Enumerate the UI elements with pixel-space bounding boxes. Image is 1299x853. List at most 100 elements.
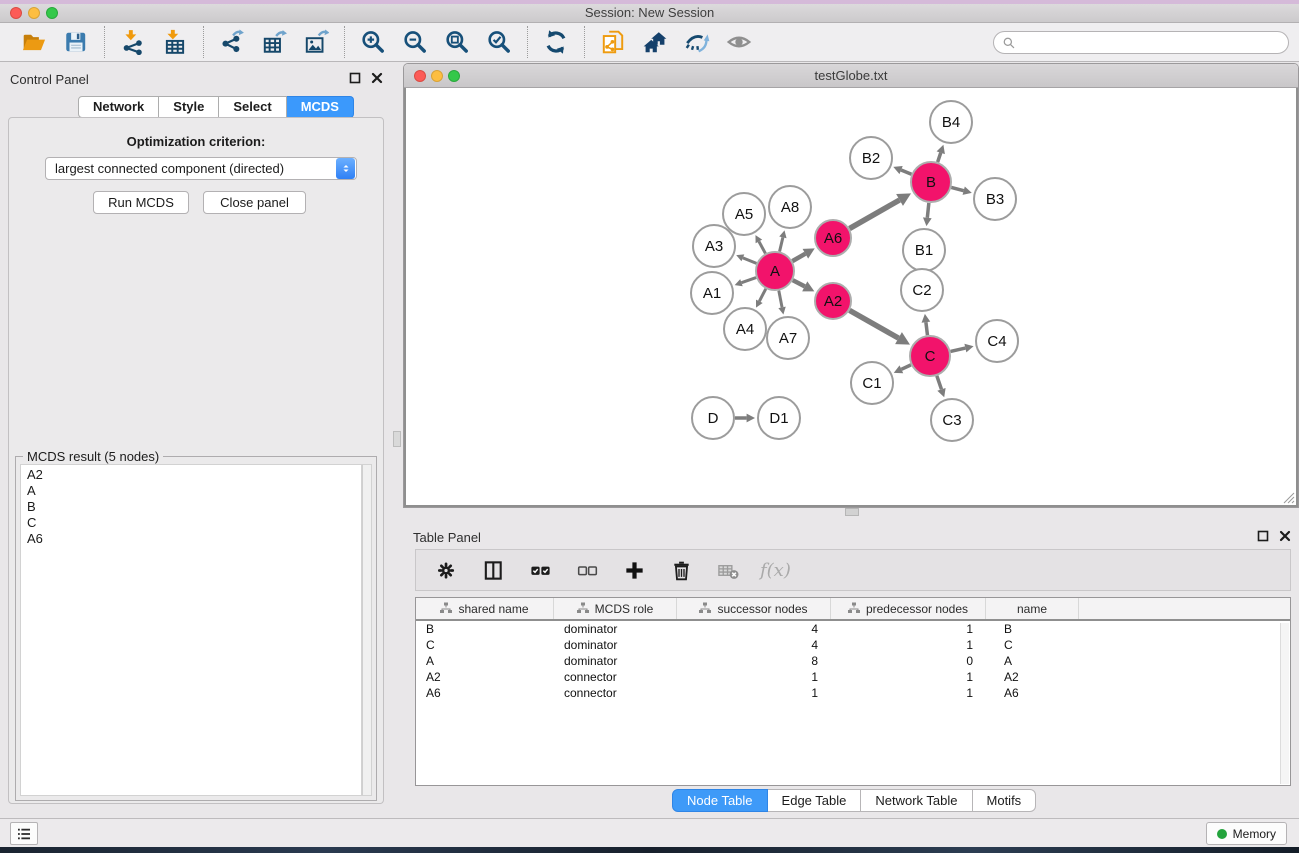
show-all-icon[interactable] — [724, 27, 754, 57]
select-all-icon[interactable] — [525, 555, 555, 585]
tab-network-table[interactable]: Network Table — [861, 789, 972, 812]
memory-button[interactable]: Memory — [1206, 822, 1287, 845]
float-table-panel-icon[interactable] — [1257, 530, 1269, 542]
horizontal-split-handle[interactable] — [845, 508, 859, 516]
delete-icon[interactable] — [666, 555, 696, 585]
graph-edge-A-A1[interactable] — [741, 278, 756, 283]
table-cell[interactable]: 8 — [677, 653, 831, 669]
open-session-icon[interactable] — [19, 27, 49, 57]
table-cell[interactable]: A2 — [416, 669, 554, 685]
resize-grip-icon[interactable] — [1282, 491, 1295, 504]
table-scrollbar[interactable] — [1280, 623, 1289, 784]
table-cell[interactable]: 1 — [677, 669, 831, 685]
network-window-titlebar[interactable]: testGlobe.txt — [404, 64, 1298, 88]
table-row[interactable]: Adominator80A — [416, 653, 1290, 669]
table-cell[interactable]: A6 — [986, 685, 1079, 701]
zoom-in-icon[interactable] — [358, 27, 388, 57]
table-cell[interactable]: B — [416, 621, 554, 637]
network-from-selection-icon[interactable] — [598, 27, 628, 57]
zoom-out-icon[interactable] — [400, 27, 430, 57]
table-row[interactable]: A6connector11A6 — [416, 685, 1290, 701]
tab-motifs[interactable]: Motifs — [973, 789, 1037, 812]
graph-edge-A-A5[interactable] — [759, 241, 766, 253]
graph-edge-A6-B[interactable] — [849, 200, 899, 229]
tab-style[interactable]: Style — [159, 96, 219, 118]
zoom-selected-icon[interactable] — [484, 27, 514, 57]
table-cell[interactable]: A6 — [416, 685, 554, 701]
graph-edge-A-A3[interactable] — [743, 258, 757, 264]
split-columns-icon[interactable] — [478, 555, 508, 585]
network-canvas[interactable]: B4B2BB3B1A5A8A6A3AA1A2C2A4A7C4CC1C3DD1 — [404, 88, 1298, 507]
table-cell[interactable]: C — [986, 637, 1079, 653]
network-graph[interactable]: B4B2BB3B1A5A8A6A3AA1A2C2A4A7C4CC1C3DD1 — [406, 88, 1296, 505]
home-icon[interactable] — [640, 27, 670, 57]
zoom-fit-icon[interactable] — [442, 27, 472, 57]
column-header-name[interactable]: name — [986, 598, 1079, 619]
task-history-button[interactable] — [10, 822, 38, 845]
graph-edge-C-C2[interactable] — [926, 322, 928, 335]
search-input[interactable] — [1021, 34, 1280, 51]
close-panel-button[interactable]: Close panel — [203, 191, 306, 214]
graph-edge-A2-C[interactable] — [850, 310, 899, 338]
column-header-predecessor-nodes[interactable]: predecessor nodes — [831, 598, 986, 619]
table-cell[interactable]: dominator — [554, 637, 677, 653]
settings-icon[interactable] — [431, 555, 461, 585]
table-cell[interactable]: dominator — [554, 621, 677, 637]
add-column-icon[interactable] — [619, 555, 649, 585]
mcds-result-item[interactable]: A6 — [21, 531, 361, 547]
float-panel-icon[interactable] — [349, 72, 361, 84]
column-header-MCDS-role[interactable]: MCDS role — [554, 598, 677, 619]
close-table-panel-icon[interactable] — [1279, 530, 1291, 542]
table-row[interactable]: Cdominator41C — [416, 637, 1290, 653]
import-network-icon[interactable] — [118, 27, 148, 57]
tab-edge-table[interactable]: Edge Table — [768, 789, 862, 812]
tab-network[interactable]: Network — [78, 96, 159, 118]
table-cell[interactable]: 1 — [831, 685, 986, 701]
export-image-icon[interactable] — [301, 27, 331, 57]
node-table[interactable]: shared nameMCDS rolesuccessor nodesprede… — [415, 597, 1291, 786]
table-cell[interactable]: B — [986, 621, 1079, 637]
graph-edge-B-B2[interactable] — [901, 170, 911, 174]
table-cell[interactable]: connector — [554, 685, 677, 701]
search-box[interactable] — [993, 31, 1289, 54]
table-row[interactable]: A2connector11A2 — [416, 669, 1290, 685]
table-cell[interactable]: 0 — [831, 653, 986, 669]
table-cell[interactable]: connector — [554, 669, 677, 685]
network-view-window[interactable]: testGlobe.txt B4B2BB3B1A5A8A6A3AA1A2C2A4… — [403, 63, 1299, 508]
import-table-icon[interactable] — [160, 27, 190, 57]
table-cell[interactable]: 1 — [677, 685, 831, 701]
run-mcds-button[interactable]: Run MCDS — [93, 191, 189, 214]
mcds-result-item[interactable]: A — [21, 483, 361, 499]
table-cell[interactable]: 4 — [677, 621, 831, 637]
graph-edge-B-B4[interactable] — [938, 153, 941, 162]
graph-edge-C-C1[interactable] — [901, 365, 911, 369]
mcds-result-item[interactable]: C — [21, 515, 361, 531]
graph-edge-A-A8[interactable] — [780, 237, 783, 251]
graph-edge-B-B3[interactable] — [951, 187, 963, 190]
table-cell[interactable]: C — [416, 637, 554, 653]
graph-edge-A-A7[interactable] — [779, 291, 782, 308]
table-cell[interactable]: 1 — [831, 669, 986, 685]
mcds-result-list[interactable]: A2ABCA6 — [20, 464, 362, 796]
column-header-shared-name[interactable]: shared name — [416, 598, 554, 619]
criterion-select[interactable]: largest connected component (directed) — [45, 157, 357, 180]
tab-node-table[interactable]: Node Table — [672, 789, 768, 812]
graph-edge-C-C3[interactable] — [937, 376, 942, 390]
mcds-result-item[interactable]: B — [21, 499, 361, 515]
table-cell[interactable]: 1 — [831, 621, 986, 637]
table-cell[interactable]: A — [986, 653, 1079, 669]
table-row[interactable]: Bdominator41B — [416, 621, 1290, 637]
graph-edge-C-C4[interactable] — [950, 348, 965, 351]
table-cell[interactable]: A2 — [986, 669, 1079, 685]
window-titlebar[interactable]: Session: New Session — [0, 4, 1299, 23]
save-session-icon[interactable] — [61, 27, 91, 57]
graph-edge-A-A6[interactable] — [792, 254, 805, 261]
table-cell[interactable]: dominator — [554, 653, 677, 669]
column-header-successor-nodes[interactable]: successor nodes — [677, 598, 831, 619]
vertical-split-handle[interactable] — [393, 431, 401, 447]
export-table-icon[interactable] — [259, 27, 289, 57]
refresh-icon[interactable] — [541, 27, 571, 57]
table-cell[interactable]: 1 — [831, 637, 986, 653]
export-network-icon[interactable] — [217, 27, 247, 57]
graph-edge-B-B1[interactable] — [927, 203, 929, 218]
